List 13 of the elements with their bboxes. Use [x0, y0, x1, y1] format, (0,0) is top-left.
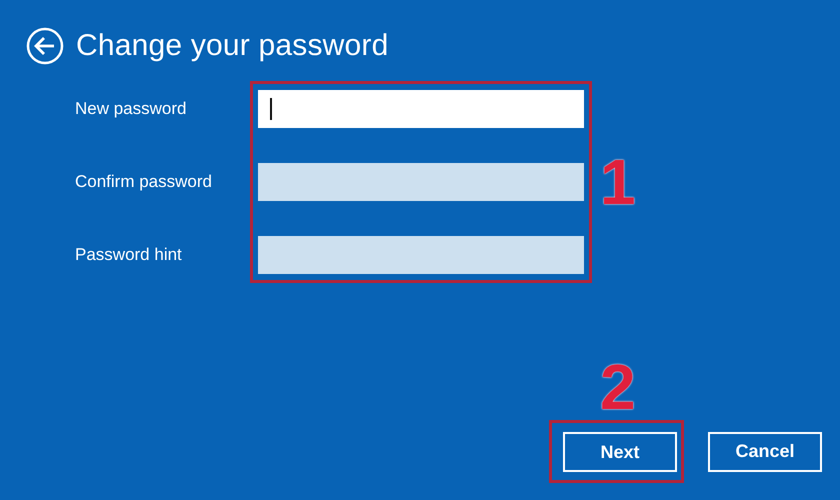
field-label: Confirm password	[75, 171, 213, 193]
password-field[interactable]	[258, 236, 584, 274]
cancel-button[interactable]: Cancel	[708, 432, 822, 472]
password-field[interactable]	[258, 163, 584, 201]
text-cursor	[270, 98, 272, 120]
next-button[interactable]: Next	[563, 432, 677, 472]
back-icon[interactable]	[26, 27, 64, 65]
password-field[interactable]	[258, 90, 584, 128]
step-number: 2	[600, 355, 636, 419]
field-label: New password	[75, 98, 188, 120]
field-label: Password hint	[75, 244, 183, 266]
window-title: Change your password	[76, 29, 389, 63]
step-number: 1	[600, 150, 636, 214]
